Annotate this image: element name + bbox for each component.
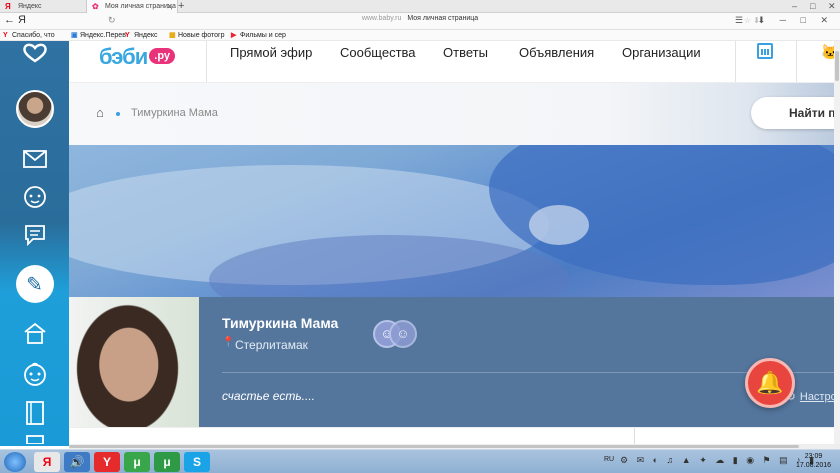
tab-yandex[interactable]: Я Яндекс — [0, 0, 86, 13]
nav-live[interactable]: Прямой эфир — [230, 45, 312, 60]
rail-avatar[interactable] — [0, 87, 69, 131]
site-header: бэби .ру Прямой эфир Сообщества Ответы Об… — [69, 41, 840, 83]
breadcrumb-separator — [116, 112, 120, 116]
tab-label: Яндекс — [18, 3, 42, 10]
url-title: Моя личная страница — [407, 15, 479, 22]
profile-status: счастье есть.... — [222, 389, 315, 403]
breadcrumb-current: Тимуркина Мама — [131, 107, 218, 119]
header-divider — [206, 41, 207, 82]
windows-taskbar: Я 🔊 Y μ μ S RU ⚙ ✉ ◐ ♫ ▲ ✦ ☁ ▮ ◉ ⚑ ▤ ♪ ▮… — [0, 449, 840, 473]
header-divider — [796, 41, 797, 82]
bookmark-label: Яндекс — [134, 32, 158, 39]
nav-organizations[interactable]: Организации — [622, 45, 701, 60]
bookmark-item[interactable]: Y Яндекс — [124, 30, 158, 41]
yandex-y-icon: Y — [3, 32, 8, 39]
yandex-icon: Я — [5, 2, 11, 11]
start-button[interactable] — [4, 452, 26, 472]
clock-time: 23:09 — [804, 453, 823, 460]
bookmark-item[interactable]: ▣ Яндекс.Перев — [70, 30, 126, 41]
profile-cover-image — [69, 145, 840, 297]
pencil-icon: ✎ — [26, 273, 43, 296]
more-icon[interactable] — [0, 431, 69, 446]
notification-bell-icon[interactable]: 🔔 — [745, 358, 795, 408]
url-host: www.baby.ru — [361, 15, 402, 22]
left-sidebar: ✎ — [0, 41, 69, 446]
calendar-icon[interactable] — [757, 43, 773, 59]
utorrent-icon-2[interactable]: μ — [154, 452, 180, 472]
language-indicator[interactable]: RU — [604, 456, 614, 463]
bookmark-label: Фильмы и сер — [240, 32, 286, 39]
logo-suffix: .ру — [149, 48, 176, 64]
nav-classifieds[interactable]: Объявления — [519, 45, 594, 60]
profile-settings-link[interactable]: ⚙ Настро — [786, 390, 837, 403]
film-icon: ▶ — [231, 32, 237, 39]
maximize-icon[interactable]: □ — [810, 0, 815, 13]
nav-answers[interactable]: Ответы — [443, 45, 488, 60]
bookmark-item[interactable]: ▶ Фильмы и сер — [230, 30, 286, 41]
heart-logo-icon[interactable] — [0, 41, 69, 65]
vertical-scrollbar[interactable] — [834, 41, 840, 444]
baby-site-icon: ✿ — [92, 2, 99, 11]
skype-icon[interactable]: S — [184, 452, 210, 472]
yandex-icon[interactable]: Y — [94, 452, 120, 472]
browser-tab-bar: Я Яндекс ✿ Моя личная страница ✕ + – □ ✕ — [0, 0, 840, 13]
taskbar-clock[interactable]: 23:09 17.08.2016 — [796, 452, 831, 470]
profile-photo[interactable] — [69, 297, 199, 427]
bookmark-label: Спасибо, что — [12, 32, 55, 39]
translate-icon: ▣ — [71, 32, 78, 39]
clock-date: 17.08.2016 — [796, 462, 832, 469]
profile-city[interactable]: Стерлитамак — [235, 338, 308, 352]
tab-my-page[interactable]: ✿ Моя личная страница ✕ — [86, 0, 178, 13]
baby-badge-icon[interactable]: ☺ — [389, 320, 417, 348]
breadcrumb: ⌂ Тимуркина Мама Найти п — [69, 83, 840, 145]
scrollbar-thumb[interactable] — [835, 51, 839, 81]
cover-shape — [529, 205, 589, 245]
baby-face-icon[interactable] — [0, 352, 69, 396]
url-field[interactable]: www.baby.ru Моя личная страница — [0, 15, 840, 22]
bookmark-item[interactable]: Y Спасибо, что — [2, 30, 55, 41]
browser-menu-icons[interactable]: ☰ ⬇ ─ □ ✕ — [735, 15, 834, 26]
photo-icon: ▦ — [169, 32, 176, 39]
search-button[interactable]: Найти п — [751, 97, 840, 129]
book-icon[interactable] — [0, 391, 69, 435]
utorrent-icon[interactable]: μ — [124, 452, 150, 472]
home-nav-icon[interactable] — [0, 311, 69, 355]
site-logo[interactable]: бэби .ру — [99, 44, 176, 70]
chat-icon[interactable] — [0, 213, 69, 257]
logo-text: бэби — [99, 44, 148, 69]
settings-label: Настро — [799, 391, 837, 403]
yandex-browser-icon[interactable]: Я — [34, 452, 60, 472]
address-bar: ← Я ↻ www.baby.ru Моя личная страница ☆ … — [0, 13, 840, 30]
profile-header: Тимуркина Мама 📍 Стерлитамак ☺ ☺ счастье… — [69, 297, 840, 427]
yandex-y-icon: Y — [125, 32, 130, 39]
profile-name[interactable]: Тимуркина Мама — [222, 315, 338, 331]
media-player-icon[interactable]: 🔊 — [64, 452, 90, 472]
nav-communities[interactable]: Сообщества — [340, 45, 416, 60]
tab-label: Моя личная страница — [105, 3, 176, 10]
minimize-icon[interactable]: – — [792, 0, 797, 13]
header-divider — [735, 41, 736, 82]
bookmark-label: Новые фотогр — [178, 32, 225, 39]
bookmarks-bar: Y Спасибо, что ▣ Яндекс.Перев Y Яндекс ▦… — [0, 30, 840, 41]
bookmark-item[interactable]: ▦ Новые фотогр — [168, 30, 225, 41]
rail-write[interactable]: ✎ — [0, 262, 69, 306]
write-post-button[interactable]: ✎ — [15, 265, 54, 303]
home-icon[interactable]: ⌂ — [96, 106, 108, 119]
system-tray-icons[interactable]: ⚙ ✉ ◐ ♫ ▲ ✦ ☁ ▮ ◉ ⚑ ▤ ♪ ▮ — [620, 455, 817, 466]
close-tab-icon[interactable]: ✕ — [166, 0, 173, 13]
close-window-icon[interactable]: ✕ — [828, 0, 836, 13]
avatar[interactable] — [15, 90, 54, 128]
location-pin-icon: 📍 — [222, 337, 235, 348]
bookmark-label: Яндекс.Перев — [80, 32, 126, 39]
new-tab-button[interactable]: + — [178, 0, 184, 13]
scrollbar-thumb[interactable] — [69, 445, 799, 448]
